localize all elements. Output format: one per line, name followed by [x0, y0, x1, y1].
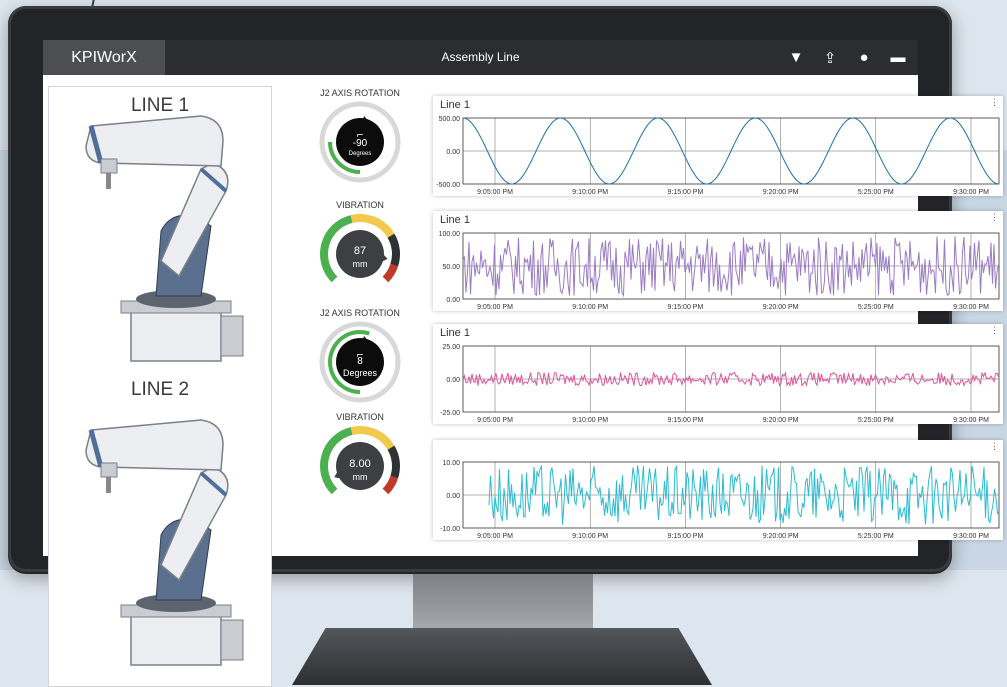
gauge-unit-j2-2: Degrees	[342, 368, 378, 378]
y-tick-label: 25.00	[442, 344, 460, 351]
y-tick-label: -500.00	[436, 182, 460, 189]
monitor-stand-foot	[292, 628, 712, 685]
chart-plot-3: 9:05:00 PM 9:10:00 PM 9:15:00 PM 9:20:00 PM…	[440, 344, 1000, 424]
x-tick-label: 9:10:00 PM	[572, 417, 608, 424]
x-tick-label: 9:20:00 PM	[763, 533, 799, 540]
chart-plot-4: 9:05:00 PM 9:10:00 PM 9:15:00 PM 9:20:00 PM…	[440, 460, 1000, 540]
x-tick-label: 9:10:00 PM	[572, 304, 608, 311]
gauge-title-j2-1: J2 AXIS ROTATION	[320, 88, 400, 98]
y-tick-label: 0.00	[446, 297, 460, 304]
y-tick-label: 10.00	[442, 460, 460, 467]
gauge-title-vibration-2: VIBRATION	[336, 412, 384, 422]
x-tick-label: 5:25:00 PM	[858, 417, 894, 424]
x-tick-label: 9:20:00 PM	[763, 304, 799, 311]
gauge-title-vibration-1: VIBRATION	[336, 200, 384, 210]
x-tick-label: 9:30:00 PM	[953, 189, 989, 196]
gauge-title-j2-2: J2 AXIS ROTATION	[320, 308, 400, 318]
gauge-value-j2-1: -90	[352, 138, 368, 149]
y-tick-label: -10.00	[440, 526, 460, 533]
x-tick-label: 9:30:00 PM	[953, 533, 989, 540]
x-tick-label: 5:25:00 PM	[858, 304, 894, 311]
x-tick-label: 9:30:00 PM	[953, 417, 989, 424]
chart-card-1[interactable]: Line 1 ⋮ 9:05:00 PM 9:10:00 PM 9:15:00 PM 9…	[433, 96, 1003, 196]
gauge-value-j2-2: 8	[357, 356, 363, 367]
gauge-unit-vibration-1: mm	[352, 259, 368, 269]
filter-icon[interactable]: ▼	[786, 49, 806, 66]
chart-plot-1: 9:05:00 PM 9:10:00 PM 9:15:00 PM 9:20:00 PM…	[436, 116, 1000, 196]
x-tick-label: 9:05:00 PM	[477, 189, 513, 196]
gauge-unit-vibration-2: mm	[352, 472, 368, 482]
x-tick-label: 5:25:00 PM	[858, 533, 894, 540]
x-tick-label: 9:15:00 PM	[667, 417, 703, 424]
y-tick-label: 500.00	[439, 116, 461, 123]
x-tick-label: 9:15:00 PM	[667, 189, 703, 196]
monitor-stand-neck	[413, 574, 593, 634]
x-tick-label: 5:25:00 PM	[858, 189, 894, 196]
y-tick-label: -25.00	[440, 410, 460, 417]
chart-card-3[interactable]: Line 1 ⋮ 9:05:00 PM 9:10:00 PM 9:15:00 PM 9…	[433, 324, 1003, 424]
top-bar: KPIWorX Assembly Line ▼ ⇪ ● ▬	[43, 40, 918, 75]
x-tick-label: 9:20:00 PM	[763, 417, 799, 424]
x-tick-label: 9:20:00 PM	[763, 189, 799, 196]
x-tick-label: 9:05:00 PM	[477, 417, 513, 424]
robot-panel: LINE 1 LINE 2	[48, 86, 272, 687]
chart-card-4[interactable]: ⋮ 9:05:00 PM 9:10:00 PM 9:15:00 PM 9:20:00 …	[433, 440, 1003, 540]
x-tick-label: 9:10:00 PM	[572, 533, 608, 540]
gauge-value-vibration-2: 8.00	[349, 458, 371, 470]
robot-arm-image-2	[85, 419, 244, 666]
y-tick-label: 50.00	[442, 264, 460, 271]
brand-logo[interactable]: KPIWorX	[43, 40, 165, 75]
x-tick-label: 9:30:00 PM	[953, 304, 989, 311]
x-tick-label: 9:15:00 PM	[667, 533, 703, 540]
chat-icon[interactable]: ▬	[888, 49, 908, 66]
robot-arm-image-1	[85, 115, 244, 362]
export-icon[interactable]: ⇪	[820, 49, 840, 67]
x-tick-label: 9:05:00 PM	[477, 533, 513, 540]
x-tick-label: 9:05:00 PM	[477, 304, 513, 311]
y-tick-label: 100.00	[439, 231, 461, 238]
gauge-unit-j2-1: Degrees	[348, 151, 372, 157]
x-tick-label: 9:10:00 PM	[572, 189, 608, 196]
y-tick-label: 0.00	[446, 493, 460, 500]
chart-plot-2: 9:05:00 PM 9:10:00 PM 9:15:00 PM 9:20:00 PM…	[439, 231, 1000, 311]
user-icon[interactable]: ●	[854, 49, 874, 66]
line-2-label: LINE 2	[130, 379, 190, 400]
gauge-value-vibration-1: 87	[353, 245, 367, 257]
y-tick-label: 0.00	[446, 149, 460, 156]
x-tick-label: 9:15:00 PM	[667, 304, 703, 311]
y-tick-label: 0.00	[446, 377, 460, 384]
toolbar: ▼ ⇪ ● ▬	[786, 40, 908, 75]
chart-card-2[interactable]: Line 1 ⋮ 9:05:00 PM 9:10:00 PM 9:15:00 PM 9…	[433, 211, 1003, 311]
